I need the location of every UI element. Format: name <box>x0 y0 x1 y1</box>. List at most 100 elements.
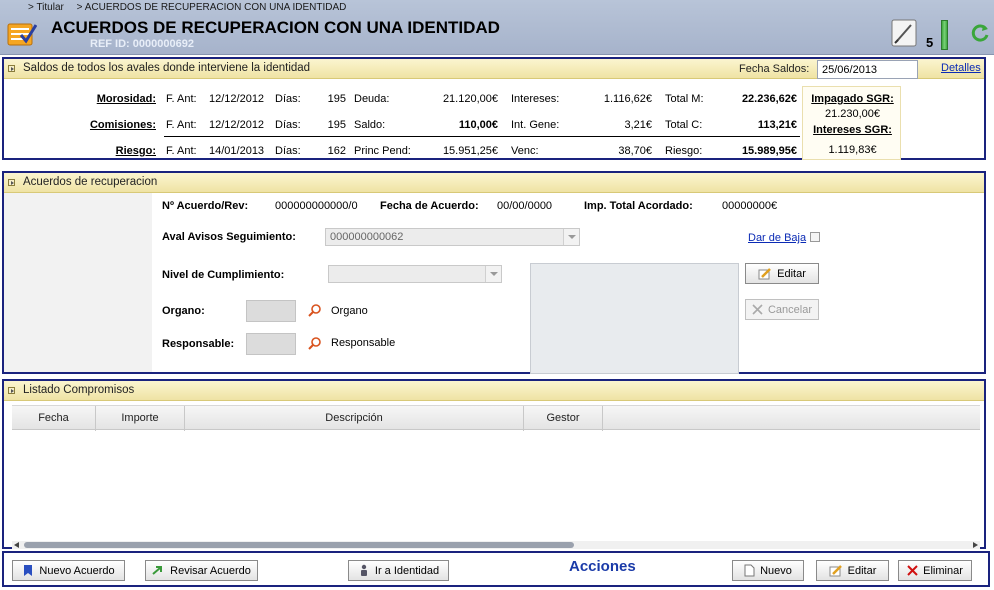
comisiones-fant: 12/12/2012 <box>209 119 265 131</box>
breadcrumb: > Titular > ACUERDOS DE RECUPERACION CON… <box>28 2 356 13</box>
editar-acuerdo-button[interactable]: Editar <box>745 263 819 284</box>
riesgo-dias-label: Días: <box>275 145 301 157</box>
chevron-down-icon[interactable] <box>485 266 501 282</box>
chevron-down-icon[interactable] <box>563 229 579 245</box>
note-icon[interactable] <box>889 17 919 49</box>
table-header: Fecha Importe Descripción Gestor <box>12 405 980 431</box>
riesgo-venc: 38,70€ <box>618 145 652 157</box>
riesgo-label[interactable]: Riesgo: <box>64 145 156 157</box>
ir-a-identidad-button[interactable]: Ir a Identidad <box>348 560 449 581</box>
new-document-icon <box>744 564 755 577</box>
organo-field[interactable] <box>246 300 296 322</box>
cancelar-button[interactable]: Cancelar <box>745 299 819 320</box>
morosidad-label[interactable]: Morosidad: <box>64 93 156 105</box>
column-header-gestor[interactable]: Gestor <box>524 406 603 431</box>
nuevo-label: Nuevo <box>760 564 792 577</box>
person-icon <box>360 564 367 576</box>
comisiones-label[interactable]: Comisiones: <box>64 119 156 131</box>
edit-icon <box>758 267 772 279</box>
morosidad-intereses: 1.116,62€ <box>603 93 652 105</box>
nuevo-button[interactable]: Nuevo <box>732 560 804 581</box>
intereses-sgr-label[interactable]: Intereses SGR: <box>803 124 902 136</box>
imp-total-label: Imp. Total Acordado: <box>584 200 693 212</box>
notes-area[interactable] <box>530 263 739 374</box>
close-icon <box>752 304 763 315</box>
acciones-title: Acciones <box>569 558 636 575</box>
search-icon[interactable] <box>308 303 322 320</box>
nivel-cumplimiento-label: Nivel de Cumplimiento: <box>162 269 285 281</box>
responsable-label: Responsable: <box>162 338 235 350</box>
comisiones-intgene: 3,21€ <box>624 119 652 131</box>
riesgo-total: 15.989,95€ <box>741 145 797 157</box>
comisiones-saldo: 110,00€ <box>458 119 498 131</box>
morosidad-deuda: 21.120,00€ <box>442 93 498 105</box>
impagado-sgr-value: 21.230,00€ <box>824 108 881 120</box>
sgr-box: Impagado SGR: 21.230,00€ Intereses SGR: … <box>802 86 901 160</box>
nuevo-acuerdo-button[interactable]: Nuevo Acuerdo <box>12 560 125 581</box>
dar-de-baja-link[interactable]: Dar de Baja <box>748 232 806 244</box>
divider <box>164 136 800 137</box>
fecha-acuerdo-label: Fecha de Acuerdo: <box>380 200 479 212</box>
collapse-arrow-icon[interactable] <box>8 387 15 394</box>
delete-icon <box>907 565 918 576</box>
morosidad-dias-label: Días: <box>275 93 301 105</box>
fecha-saldos-input[interactable] <box>817 60 918 79</box>
ir-a-identidad-label: Ir a Identidad <box>374 564 440 577</box>
breadcrumb-item-current: > ACUERDOS DE RECUPERACION CON UNA IDENT… <box>76 2 347 13</box>
acuerdos-panel: Acuerdos de recuperacion Nº Acuerdo/Rev:… <box>2 171 986 374</box>
collapse-arrow-icon[interactable] <box>8 65 15 72</box>
revisar-acuerdo-button[interactable]: Revisar Acuerdo <box>145 560 258 581</box>
aval-avisos-value: 000000000062 <box>330 231 404 243</box>
morosidad-dias: 195 <box>327 93 346 105</box>
scroll-right-icon[interactable] <box>973 542 978 548</box>
horizontal-scrollbar[interactable] <box>12 541 980 549</box>
header-bar: > Titular > ACUERDOS DE RECUPERACION CON… <box>0 0 994 55</box>
edit-icon <box>829 564 842 576</box>
forward-arrow-icon <box>152 566 163 575</box>
riesgo-venc-label: Venc: <box>511 145 539 157</box>
organo-lookup-label: Organo <box>331 305 368 317</box>
column-header-descripcion[interactable]: Descripción <box>185 406 524 431</box>
checklist-app-icon <box>7 21 38 47</box>
detalles-link[interactable]: Detalles <box>941 62 981 74</box>
responsable-lookup-label: Responsable <box>331 337 396 349</box>
comisiones-total: 113,21€ <box>757 119 797 131</box>
nivel-cumplimiento-select[interactable] <box>328 265 502 283</box>
comisiones-dias-label: Días: <box>275 119 301 131</box>
scroll-left-icon[interactable] <box>14 542 19 548</box>
scrollbar-thumb[interactable] <box>24 542 574 548</box>
intereses-sgr-value: 1.119,83€ <box>828 144 877 156</box>
impagado-sgr-label[interactable]: Impagado SGR: <box>803 93 902 105</box>
editar-button[interactable]: Editar <box>816 560 889 581</box>
compromisos-panel: Listado Compromisos Fecha Importe Descri… <box>2 379 986 549</box>
acuerdos-panel-header: Acuerdos de recuperacion <box>4 173 984 193</box>
editar-acuerdo-label: Editar <box>777 267 806 280</box>
column-header-fecha[interactable]: Fecha <box>12 406 96 431</box>
imp-total-value: 00000000€ <box>722 200 778 212</box>
saldos-panel: Saldos de todos los avales donde intervi… <box>2 57 986 160</box>
breadcrumb-item-titular[interactable]: > Titular <box>28 2 64 13</box>
acuerdos-panel-title: Acuerdos de recuperacion <box>23 176 158 188</box>
level-bar <box>941 20 948 50</box>
nuevo-acuerdo-label: Nuevo Acuerdo <box>39 564 115 577</box>
eliminar-button[interactable]: Eliminar <box>898 560 972 581</box>
morosidad-total: 22.236,62€ <box>741 93 797 105</box>
search-icon[interactable] <box>308 336 322 353</box>
comisiones-total-label: Total C: <box>665 119 703 131</box>
column-header-importe[interactable]: Importe <box>96 406 185 431</box>
riesgo-fant: 14/01/2013 <box>209 145 265 157</box>
refresh-icon[interactable] <box>970 22 990 44</box>
count-badge: 5 <box>926 35 934 50</box>
riesgo-fant-label: F. Ant: <box>166 145 197 157</box>
responsable-field[interactable] <box>246 333 296 355</box>
riesgo-princpend: 15.951,25€ <box>442 145 498 157</box>
acciones-panel: Nuevo Acuerdo Revisar Acuerdo Ir a Ident… <box>2 551 990 587</box>
fecha-acuerdo-value: 00/00/0000 <box>497 200 553 212</box>
saldos-panel-title: Saldos de todos los avales donde intervi… <box>23 62 311 74</box>
compromisos-panel-title: Listado Compromisos <box>23 384 135 396</box>
riesgo-princpend-label: Princ Pend: <box>354 145 411 157</box>
info-icon[interactable] <box>810 232 820 242</box>
aval-avisos-select[interactable]: 000000000062 <box>325 228 580 246</box>
comisiones-dias: 195 <box>327 119 346 131</box>
collapse-arrow-icon[interactable] <box>8 179 15 186</box>
